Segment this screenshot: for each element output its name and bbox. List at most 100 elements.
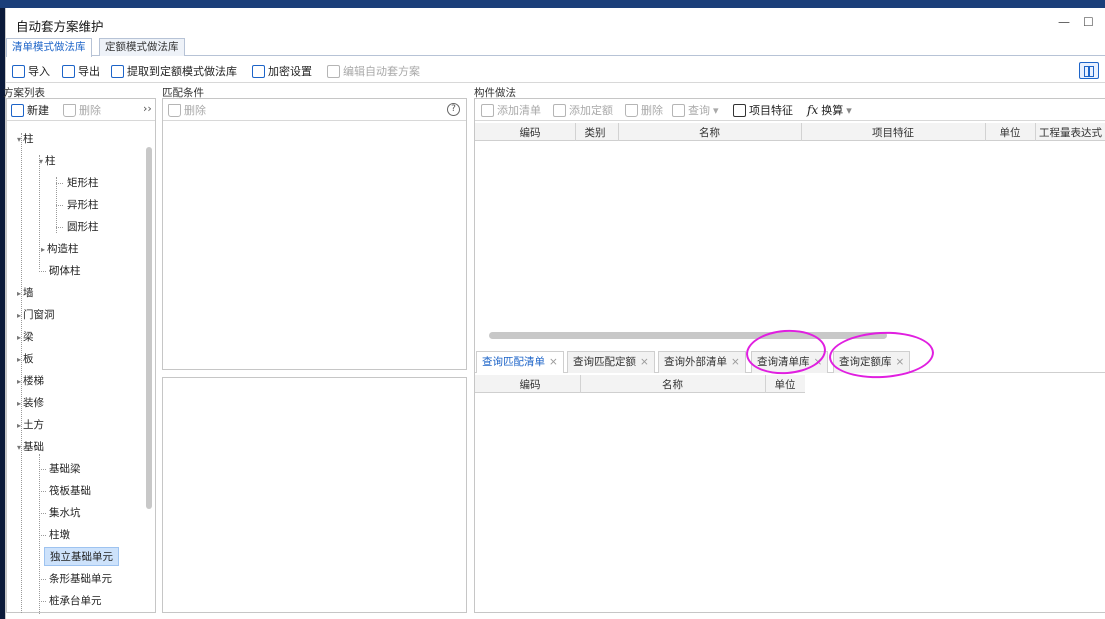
maximize-button[interactable]: ☐ (1083, 15, 1094, 29)
item-feature-button[interactable]: 项目特征 (733, 102, 793, 118)
query-col-name: 名称 (662, 379, 683, 391)
tree-guide (39, 454, 40, 614)
fx-icon: fx (807, 103, 819, 117)
tree-item-column-pier[interactable]: 柱墩 (49, 527, 70, 542)
col-item-feature: 项目特征 (872, 127, 914, 139)
tree-item-earthwork[interactable]: ▸ 土方 (17, 417, 44, 432)
add-quota-button[interactable]: 添加定额 (553, 102, 613, 118)
layout-toggle-icon[interactable] (1079, 62, 1099, 79)
add-list-button[interactable]: 添加清单 (481, 102, 541, 118)
new-icon (11, 103, 24, 117)
item-feature-icon (733, 103, 746, 117)
tree-item-raft-foundation[interactable]: 筏板基础 (49, 483, 91, 498)
collapsed-arrow-icon: ▸ (41, 245, 46, 254)
convert-dropdown[interactable]: fx 换算 ▾ (807, 102, 852, 118)
collapsed-arrow-icon: ▸ (17, 355, 22, 364)
trash-icon (168, 103, 181, 117)
tree-scrollbar[interactable] (146, 147, 152, 509)
tree-item-wall[interactable]: ▸ 墙 (17, 285, 34, 300)
tab-query-matched-list[interactable]: 查询匹配清单 × (476, 351, 564, 373)
help-icon[interactable]: ? (447, 103, 460, 116)
tree-item-constructional-column[interactable]: ▸ 构造柱 (41, 241, 79, 256)
match-conditions-panel: 删除 ? (162, 98, 467, 370)
trash-icon (63, 103, 76, 117)
tree-item-slab[interactable]: ▸ 板 (17, 351, 34, 366)
delete-condition-button[interactable]: 删除 (168, 102, 206, 118)
window-title: 自动套方案维护 (16, 19, 104, 34)
taskbar-strip (0, 0, 1105, 8)
query-grid-header: 编码 名称 单位 (475, 375, 805, 393)
tree-item-masonry-column[interactable]: 砌体柱 (49, 263, 81, 278)
tree-item-foundation-beam[interactable]: 基础梁 (49, 461, 81, 476)
add-quota-icon (553, 103, 566, 117)
extract-button[interactable]: 提取到定额模式做法库 (111, 63, 237, 79)
dropdown-arrow-icon: ▾ (713, 103, 719, 117)
collapsed-arrow-icon: ▸ (17, 377, 22, 386)
tab-query-matched-quota[interactable]: 查询匹配定额 × (567, 351, 655, 373)
expanded-arrow-icon: ▾ (17, 135, 22, 144)
collapsed-arrow-icon: ▸ (17, 311, 22, 320)
more-icon[interactable]: ›› (143, 102, 152, 115)
tree-guide (39, 155, 40, 269)
query-icon (672, 103, 685, 117)
new-button[interactable]: 新建 (11, 102, 49, 118)
delete-scheme-button[interactable]: 删除 (63, 102, 101, 118)
tree-item-isolated-foundation-unit[interactable]: 独立基础单元 (44, 547, 119, 566)
tab-query-external-list[interactable]: 查询外部清单 × (658, 351, 746, 373)
method-grid-hscroll[interactable] (489, 332, 887, 339)
tree-item-decoration[interactable]: ▸ 装修 (17, 395, 44, 410)
tree-item-beam[interactable]: ▸ 梁 (17, 329, 34, 344)
tree-item-round-column[interactable]: 圆形柱 (67, 219, 99, 234)
edit-icon (327, 64, 340, 78)
tree-item-strip-foundation-unit[interactable]: 条形基础单元 (49, 571, 112, 586)
close-icon[interactable]: × (640, 356, 649, 368)
method-grid-header: 编码 类别 名称 项目特征 单位 工程量表达式 (475, 123, 1105, 141)
tab-quota-mode[interactable]: 定额模式做法库 (99, 38, 185, 56)
close-icon[interactable]: × (731, 356, 740, 368)
scheme-list-panel: 新建 删除 ›› ▾ 柱 ▾ 柱 矩形柱 异形柱 圆形柱 ▸ 构造柱 砌体柱 ▸ 墙 ▸… (6, 98, 156, 614)
tree-item-sump-pit[interactable]: 集水坑 (49, 505, 81, 520)
query-col-unit: 单位 (774, 379, 796, 391)
extract-icon (111, 64, 124, 78)
col-quantity-expression: 工程量表达式 (1039, 127, 1102, 139)
tree-item-stairs[interactable]: ▸ 楼梯 (17, 373, 44, 388)
tree-item-pile-cap-unit[interactable]: 桩承台单元 (49, 593, 102, 608)
condition-detail-panel (162, 377, 467, 613)
tree-item-column[interactable]: ▾ 柱 (39, 153, 56, 168)
expanded-arrow-icon: ▾ (39, 157, 44, 166)
mode-tabs: 清单模式做法库 定额模式做法库 (6, 38, 1105, 57)
match-conditions-toolbar: 删除 ? (163, 99, 466, 121)
encrypt-settings-button[interactable]: 加密设置 (252, 63, 312, 79)
collapsed-arrow-icon: ▸ (17, 333, 22, 342)
collapsed-arrow-icon: ▸ (17, 421, 22, 430)
collapsed-arrow-icon: ▸ (17, 399, 22, 408)
delete-method-button[interactable]: 删除 (625, 102, 663, 118)
tree-item-foundation[interactable]: ▾ 基础 (17, 439, 44, 454)
main-toolbar: 导入 导出 提取到定额模式做法库 加密设置 编辑自动套方案 (6, 59, 1105, 83)
col-category: 类别 (584, 127, 606, 139)
encrypt-icon (252, 64, 265, 78)
edit-auto-scheme-button[interactable]: 编辑自动套方案 (327, 63, 420, 79)
tree-item-irregular-column[interactable]: 异形柱 (67, 197, 99, 212)
tab-list-mode[interactable]: 清单模式做法库 (6, 38, 92, 57)
tree-item-openings[interactable]: ▸ 门窗洞 (17, 307, 55, 322)
expanded-arrow-icon: ▾ (17, 443, 22, 452)
export-icon (62, 64, 75, 78)
scheme-list-toolbar: 新建 删除 ›› (7, 99, 155, 121)
tree-item-column-group[interactable]: ▾ 柱 (17, 131, 34, 146)
dropdown-arrow-icon: ▾ (846, 103, 852, 117)
col-code: 编码 (519, 127, 541, 139)
component-method-toolbar: 添加清单 添加定额 删除 查询 ▾ 项目特征 fx 换算 ▾ (475, 99, 1105, 121)
add-list-icon (481, 103, 494, 117)
query-col-code: 编码 (519, 379, 541, 391)
minimize-button[interactable]: — (1058, 15, 1070, 29)
tree-item-rect-column[interactable]: 矩形柱 (67, 175, 99, 190)
close-icon[interactable]: × (549, 356, 558, 368)
import-button[interactable]: 导入 (12, 63, 50, 79)
query-dropdown[interactable]: 查询 ▾ (672, 102, 719, 118)
title-bar: 自动套方案维护 — ☐ (6, 8, 1105, 36)
col-unit: 单位 (999, 127, 1021, 139)
export-button[interactable]: 导出 (62, 63, 100, 79)
col-name: 名称 (699, 127, 720, 139)
trash-icon (625, 103, 638, 117)
